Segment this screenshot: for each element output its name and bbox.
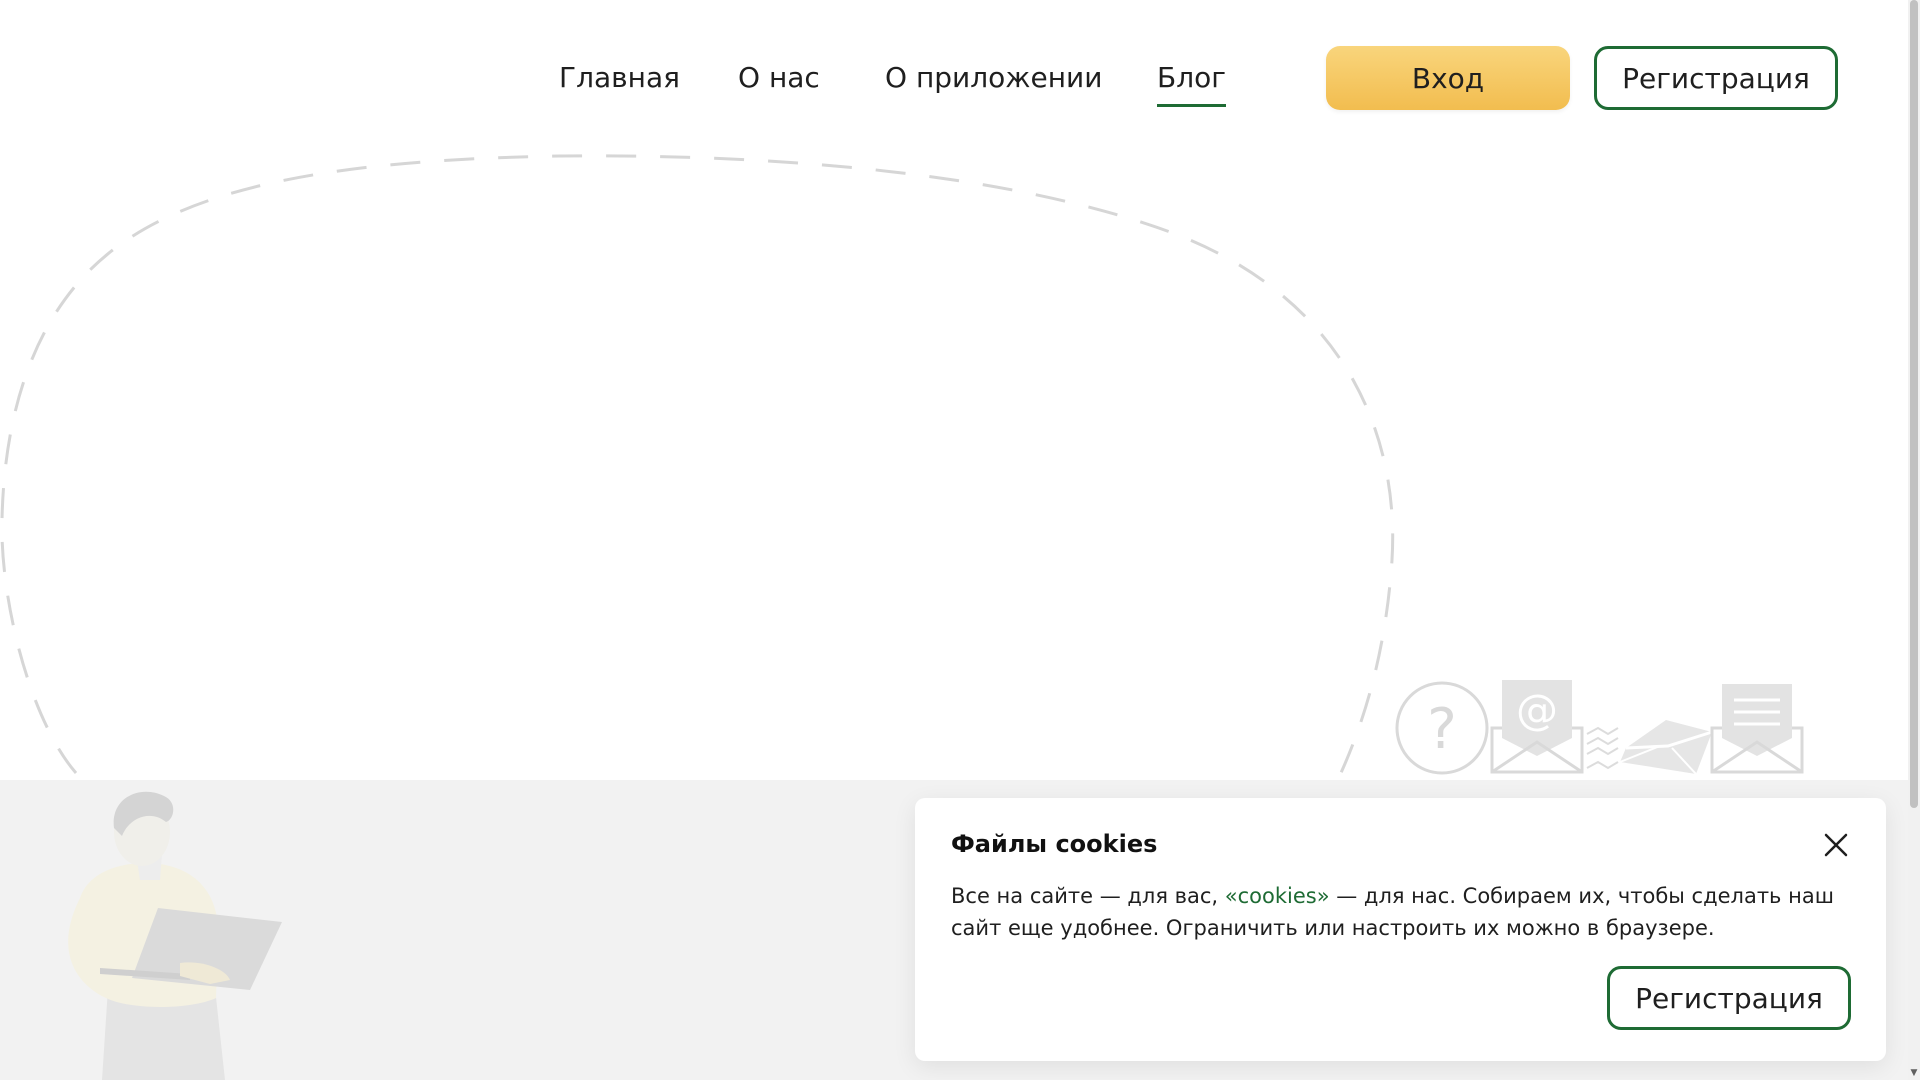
nav-link-home[interactable]: Главная bbox=[559, 46, 680, 110]
envelope-icon bbox=[1619, 720, 1713, 775]
letter-icon bbox=[1710, 684, 1804, 774]
nav-link-blog[interactable]: Блог bbox=[1157, 46, 1226, 110]
nav-link-about[interactable]: О нас bbox=[738, 46, 820, 110]
cookie-banner-title: Файлы cookies bbox=[951, 830, 1158, 858]
nav-link-app[interactable]: О приложении bbox=[885, 46, 1102, 110]
register-button[interactable]: Регистрация bbox=[1594, 46, 1838, 110]
page: ? @ Главная О нас О приложении Блог Вход… bbox=[0, 0, 1920, 1080]
svg-text:@: @ bbox=[1516, 685, 1558, 734]
svg-text:?: ? bbox=[1427, 697, 1457, 762]
cookie-banner: Файлы cookies Все на сайте — для вас, «c… bbox=[915, 798, 1886, 1061]
email-at-icon: @ bbox=[1490, 680, 1584, 774]
scrollbar[interactable]: ▼ bbox=[1908, 0, 1920, 1080]
person-with-laptop-illustration bbox=[68, 791, 282, 1080]
contact-icons-illustration: ? @ bbox=[1395, 680, 1804, 775]
close-icon[interactable] bbox=[1821, 830, 1851, 860]
scrollbar-thumb[interactable] bbox=[1910, 0, 1918, 808]
cookie-register-button[interactable]: Регистрация bbox=[1607, 966, 1851, 1030]
login-button[interactable]: Вход bbox=[1326, 46, 1570, 110]
scroll-down-arrow-icon[interactable]: ▼ bbox=[1909, 1068, 1919, 1078]
question-icon: ? bbox=[1395, 681, 1489, 775]
cookie-banner-text: Все на сайте — для вас, «cookies» — для … bbox=[951, 880, 1851, 944]
cookie-text-start: Все на сайте — для вас, bbox=[951, 884, 1225, 908]
cookies-link[interactable]: «cookies» bbox=[1225, 884, 1330, 908]
